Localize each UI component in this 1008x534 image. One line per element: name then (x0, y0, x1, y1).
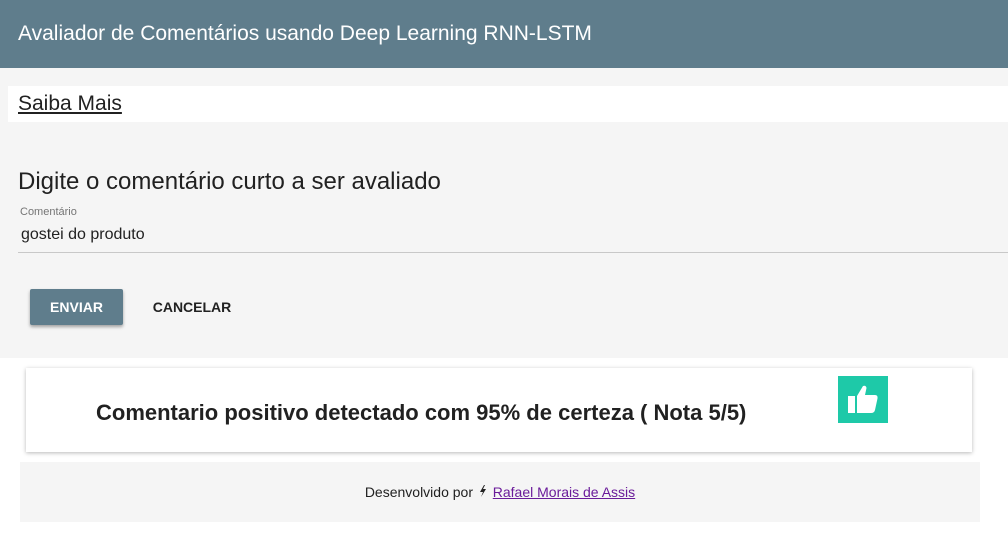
app-title: Avaliador de Comentários usando Deep Lea… (18, 22, 592, 45)
result-card: Comentario positivo detectado com 95% de… (26, 368, 972, 452)
footer-text: Desenvolvido por Rafael Morais de Assis (20, 484, 980, 500)
saiba-mais-strip (8, 86, 1008, 122)
form-heading: Digite o comentário curto a ser avaliado (18, 168, 441, 195)
bolt-icon (479, 485, 486, 497)
submit-button[interactable]: ENVIAR (30, 289, 123, 325)
thumbs-up-icon (848, 385, 878, 413)
saiba-mais-link[interactable]: Saiba Mais (18, 92, 122, 116)
comment-field: Comentário (18, 202, 1008, 253)
footer: Desenvolvido por Rafael Morais de Assis (20, 462, 980, 522)
thumbs-up-badge (838, 376, 888, 423)
author-link[interactable]: Rafael Morais de Assis (493, 484, 635, 500)
cancel-button[interactable]: CANCELAR (140, 289, 244, 325)
comment-input[interactable] (18, 224, 1001, 246)
app-bar: Avaliador de Comentários usando Deep Lea… (0, 0, 1008, 68)
result-text: Comentario positivo detectado com 95% de… (96, 400, 747, 425)
comment-field-label: Comentário (20, 206, 77, 218)
footer-prefix: Desenvolvido por (364, 484, 473, 500)
